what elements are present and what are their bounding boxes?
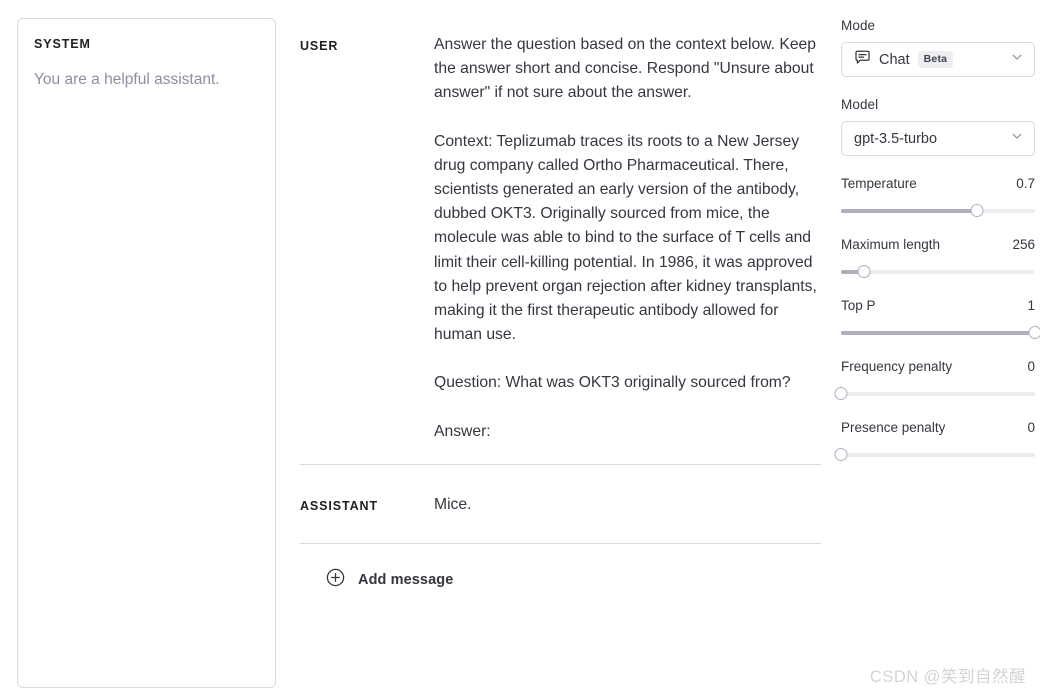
slider-frequency-penalty-label: Frequency penalty — [841, 359, 953, 374]
model-select-content: gpt-3.5-turbo — [854, 131, 1010, 147]
slider-maximum-length-head: Maximum length 256 — [841, 237, 1035, 252]
system-prompt-panel[interactable]: SYSTEM You are a helpful assistant. — [17, 18, 276, 688]
slider-presence-penalty-head: Presence penalty 0 — [841, 420, 1035, 435]
slider-frequency-penalty-head: Frequency penalty 0 — [841, 359, 1035, 374]
slider-track-fill — [841, 209, 977, 213]
slider-top-p-track[interactable] — [841, 326, 1040, 340]
mode-label: Mode — [841, 18, 876, 33]
slider-top-p-value: 1 — [1027, 298, 1035, 313]
slider-top-p[interactable]: Top P 1 — [841, 298, 1040, 340]
role-label-assistant: ASSISTANT — [300, 498, 379, 513]
slider-temperature-label: Temperature — [841, 176, 917, 191]
add-message-button[interactable]: Add message — [300, 544, 821, 592]
slider-track-bg — [841, 453, 1035, 457]
add-message-label: Add message — [358, 572, 454, 589]
slider-presence-penalty-value: 0 — [1027, 420, 1035, 435]
slider-temperature-thumb[interactable] — [970, 204, 984, 217]
chevron-down-icon — [1010, 129, 1024, 148]
settings-sidebar: Mode Chat Beta Model gpt-3.5-turbo Tempe… — [834, 0, 1040, 699]
mode-beta-badge: Beta — [917, 51, 954, 68]
slider-maximum-length-value: 256 — [1012, 237, 1035, 252]
slider-presence-penalty[interactable]: Presence penalty 0 — [834, 420, 1035, 462]
chevron-down-icon — [1010, 50, 1024, 69]
message-text-user[interactable]: Answer the question based on the context… — [434, 33, 821, 444]
system-prompt-text[interactable]: You are a helpful assistant. — [34, 68, 259, 91]
slider-temperature[interactable]: Temperature 0.7 — [841, 176, 1035, 218]
message-row-user[interactable]: USER Answer the question based on the co… — [300, 0, 821, 464]
slider-frequency-penalty-track[interactable] — [834, 387, 1035, 401]
slider-frequency-penalty-thumb[interactable] — [834, 387, 848, 400]
system-panel-label: SYSTEM — [34, 37, 91, 51]
slider-temperature-track[interactable] — [841, 204, 1035, 218]
conversation-column: USER Answer the question based on the co… — [300, 0, 821, 699]
slider-top-p-thumb[interactable] — [1028, 326, 1040, 339]
mode-select[interactable]: Chat Beta — [841, 42, 1035, 77]
role-label-user: USER — [300, 39, 339, 53]
message-row-assistant[interactable]: ASSISTANT Mice. — [300, 465, 821, 543]
slider-frequency-penalty-value: 0 — [1027, 359, 1035, 374]
slider-top-p-label: Top P — [841, 298, 876, 313]
slider-track-bg — [841, 392, 1035, 396]
slider-presence-penalty-thumb[interactable] — [834, 448, 848, 461]
mode-select-value: Chat — [879, 51, 910, 68]
model-select[interactable]: gpt-3.5-turbo — [841, 121, 1035, 156]
slider-track-fill — [841, 331, 1035, 335]
chat-bubble-icon — [854, 49, 871, 71]
slider-temperature-value: 0.7 — [1016, 176, 1035, 191]
model-label: Model — [841, 97, 879, 112]
slider-frequency-penalty[interactable]: Frequency penalty 0 — [834, 359, 1035, 401]
slider-presence-penalty-label: Presence penalty — [841, 420, 946, 435]
mode-select-content: Chat Beta — [854, 49, 1010, 71]
slider-maximum-length-thumb[interactable] — [857, 265, 871, 278]
plus-circle-icon — [326, 568, 345, 592]
message-text-assistant[interactable]: Mice. — [434, 493, 821, 517]
slider-top-p-head: Top P 1 — [841, 298, 1035, 313]
playground-app: SYSTEM You are a helpful assistant. USER… — [0, 0, 1040, 699]
model-select-value: gpt-3.5-turbo — [854, 130, 938, 147]
slider-maximum-length-label: Maximum length — [841, 237, 941, 252]
slider-maximum-length-track[interactable] — [841, 265, 1035, 279]
slider-maximum-length[interactable]: Maximum length 256 — [841, 237, 1035, 279]
slider-presence-penalty-track[interactable] — [834, 448, 1035, 462]
slider-temperature-head: Temperature 0.7 — [841, 176, 1035, 191]
